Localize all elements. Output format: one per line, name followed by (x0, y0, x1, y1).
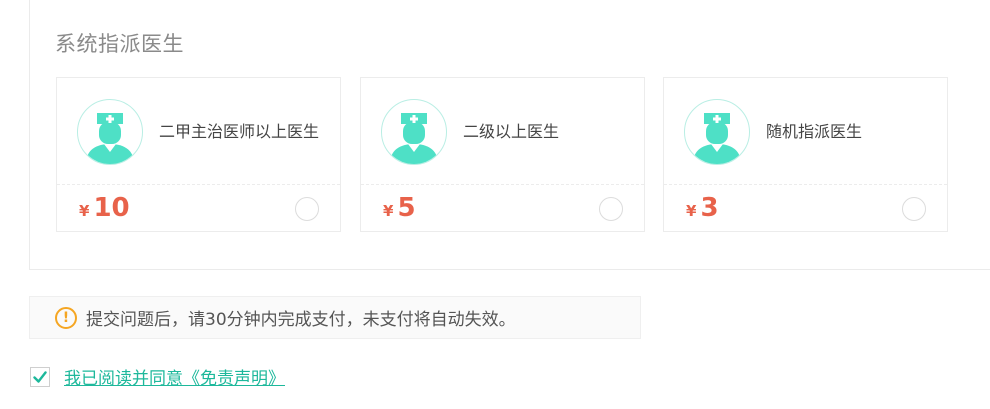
doctor-avatar-icon (684, 99, 750, 165)
price: ¥ 5 (383, 193, 416, 223)
price-value: 10 (93, 193, 130, 223)
disclaimer-link[interactable]: 我已阅读并同意《免责声明》 (64, 364, 285, 389)
price-value: 3 (700, 193, 719, 223)
agreement-row: 我已阅读并同意《免责声明》 (30, 364, 285, 389)
card-header: 随机指派医生 (664, 78, 947, 185)
price-value: 5 (397, 193, 416, 223)
card-header: 二甲主治医师以上医生 (57, 78, 340, 185)
notice-text: 提交问题后，请30分钟内完成支付，未支付将自动失效。 (86, 310, 516, 330)
price: ¥ 10 (79, 193, 130, 223)
section-title: 系统指派医生 (55, 32, 184, 56)
doctor-option-card[interactable]: 二甲主治医师以上医生 ¥ 10 (56, 77, 341, 232)
card-header: 二级以上医生 (361, 78, 644, 185)
payment-notice: ! 提交问题后，请30分钟内完成支付，未支付将自动失效。 (29, 296, 641, 339)
currency-symbol: ¥ (383, 202, 394, 220)
doctor-option-card[interactable]: 随机指派医生 ¥ 3 (663, 77, 948, 232)
select-radio[interactable] (902, 197, 926, 221)
assign-panel: 系统指派医生 二甲主治医师以上医生 ¥ 10 二级以上医生 ¥ 5 随机指派医生… (29, 0, 990, 270)
doctor-level-label: 随机指派医生 (766, 122, 863, 141)
doctor-level-label: 二甲主治医师以上医生 (159, 122, 320, 141)
currency-symbol: ¥ (79, 202, 90, 220)
doctor-avatar-icon (77, 99, 143, 165)
doctor-option-card[interactable]: 二级以上医生 ¥ 5 (360, 77, 645, 232)
checkmark-icon (33, 370, 47, 383)
currency-symbol: ¥ (686, 202, 697, 220)
doctor-level-label: 二级以上医生 (463, 122, 560, 141)
exclamation-circle-icon: ! (55, 306, 77, 329)
doctor-avatar-icon (381, 99, 447, 165)
agreement-checkbox[interactable] (30, 366, 50, 387)
select-radio[interactable] (599, 197, 623, 221)
price: ¥ 3 (686, 193, 719, 223)
select-radio[interactable] (295, 197, 319, 221)
